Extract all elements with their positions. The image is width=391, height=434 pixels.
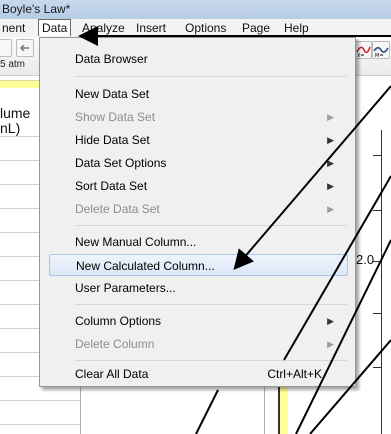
- graph-y-axis: [381, 130, 382, 434]
- menu-separator: [75, 76, 347, 77]
- column-header-line2: nL): [0, 120, 21, 136]
- curve-fit-icon[interactable]: X=: [354, 41, 372, 59]
- menu-experiment[interactable]: nent: [2, 21, 25, 35]
- pressure-readout: 5 atm: [0, 59, 26, 70]
- menu-options[interactable]: Options: [185, 21, 226, 35]
- axis-tick: [373, 367, 382, 368]
- menu-separator: [75, 225, 347, 226]
- menu-item-data-browser[interactable]: Data Browser: [49, 48, 348, 70]
- menu-item-clear-all-data[interactable]: Clear All Data Ctrl+Alt+K: [49, 363, 348, 385]
- y-tick-label: 2.0: [356, 252, 375, 267]
- axis-tick: [373, 261, 382, 262]
- submenu-arrow-icon: ▶: [327, 181, 334, 191]
- submenu-arrow-icon: ▶: [327, 158, 334, 168]
- menu-item-column-options[interactable]: Column Options ▶: [49, 310, 348, 332]
- svg-text:M=: M=: [375, 53, 384, 58]
- submenu-arrow-icon: ▶: [327, 135, 334, 145]
- window-title: Boyle's Law*: [2, 2, 71, 16]
- table-row-divider: [0, 400, 80, 401]
- submenu-arrow-icon: ▶: [327, 112, 334, 122]
- submenu-arrow-icon: ▶: [327, 204, 334, 214]
- toolbar-button[interactable]: [0, 39, 12, 57]
- menu-item-data-set-options[interactable]: Data Set Options ▶: [49, 152, 348, 174]
- menu-analyze[interactable]: Analyze: [82, 21, 125, 35]
- menu-separator: [75, 360, 347, 361]
- shortcut-text: Ctrl+Alt+K: [267, 367, 322, 381]
- menu-item-hide-data-set[interactable]: Hide Data Set ▶: [49, 129, 348, 151]
- column-header-line1: lume: [0, 105, 31, 121]
- menu-item-sort-data-set[interactable]: Sort Data Set ▶: [49, 175, 348, 197]
- table-row-divider: [0, 424, 80, 425]
- submenu-arrow-icon: ▶: [327, 316, 334, 326]
- back-arrow-icon[interactable]: [16, 39, 34, 57]
- data-menu-dropdown: Data Browser New Data Set Show Data Set ▶…: [39, 37, 356, 387]
- axis-tick: [373, 155, 382, 156]
- menu-help[interactable]: Help: [284, 21, 309, 35]
- table-header-strip: [0, 80, 40, 88]
- menu-item-new-calculated-column[interactable]: New Calculated Column...: [49, 254, 348, 276]
- menu-item-show-data-set[interactable]: Show Data Set ▶: [49, 106, 348, 128]
- column-header-volume[interactable]: lume nL): [0, 106, 40, 150]
- axis-tick: [373, 210, 382, 211]
- menu-item-user-parameters[interactable]: User Parameters...: [49, 277, 348, 299]
- menu-item-delete-data-set[interactable]: Delete Data Set ▶: [49, 198, 348, 220]
- model-icon[interactable]: M=: [372, 41, 390, 59]
- menu-data[interactable]: Data: [38, 19, 72, 36]
- menu-separator: [75, 304, 347, 305]
- menu-insert[interactable]: Insert: [136, 21, 166, 35]
- svg-text:X=: X=: [357, 53, 365, 58]
- title-bar: Boyle's Law*: [0, 0, 391, 20]
- menu-page[interactable]: Page: [242, 21, 270, 35]
- menu-item-delete-column[interactable]: Delete Column ▶: [49, 333, 348, 355]
- menu-item-new-data-set[interactable]: New Data Set: [49, 83, 348, 105]
- axis-tick: [373, 313, 382, 314]
- menu-bar: nent Data Analyze Insert Options Page He…: [0, 19, 391, 38]
- menu-item-new-manual-column[interactable]: New Manual Column...: [49, 231, 348, 253]
- submenu-arrow-icon: ▶: [327, 339, 334, 349]
